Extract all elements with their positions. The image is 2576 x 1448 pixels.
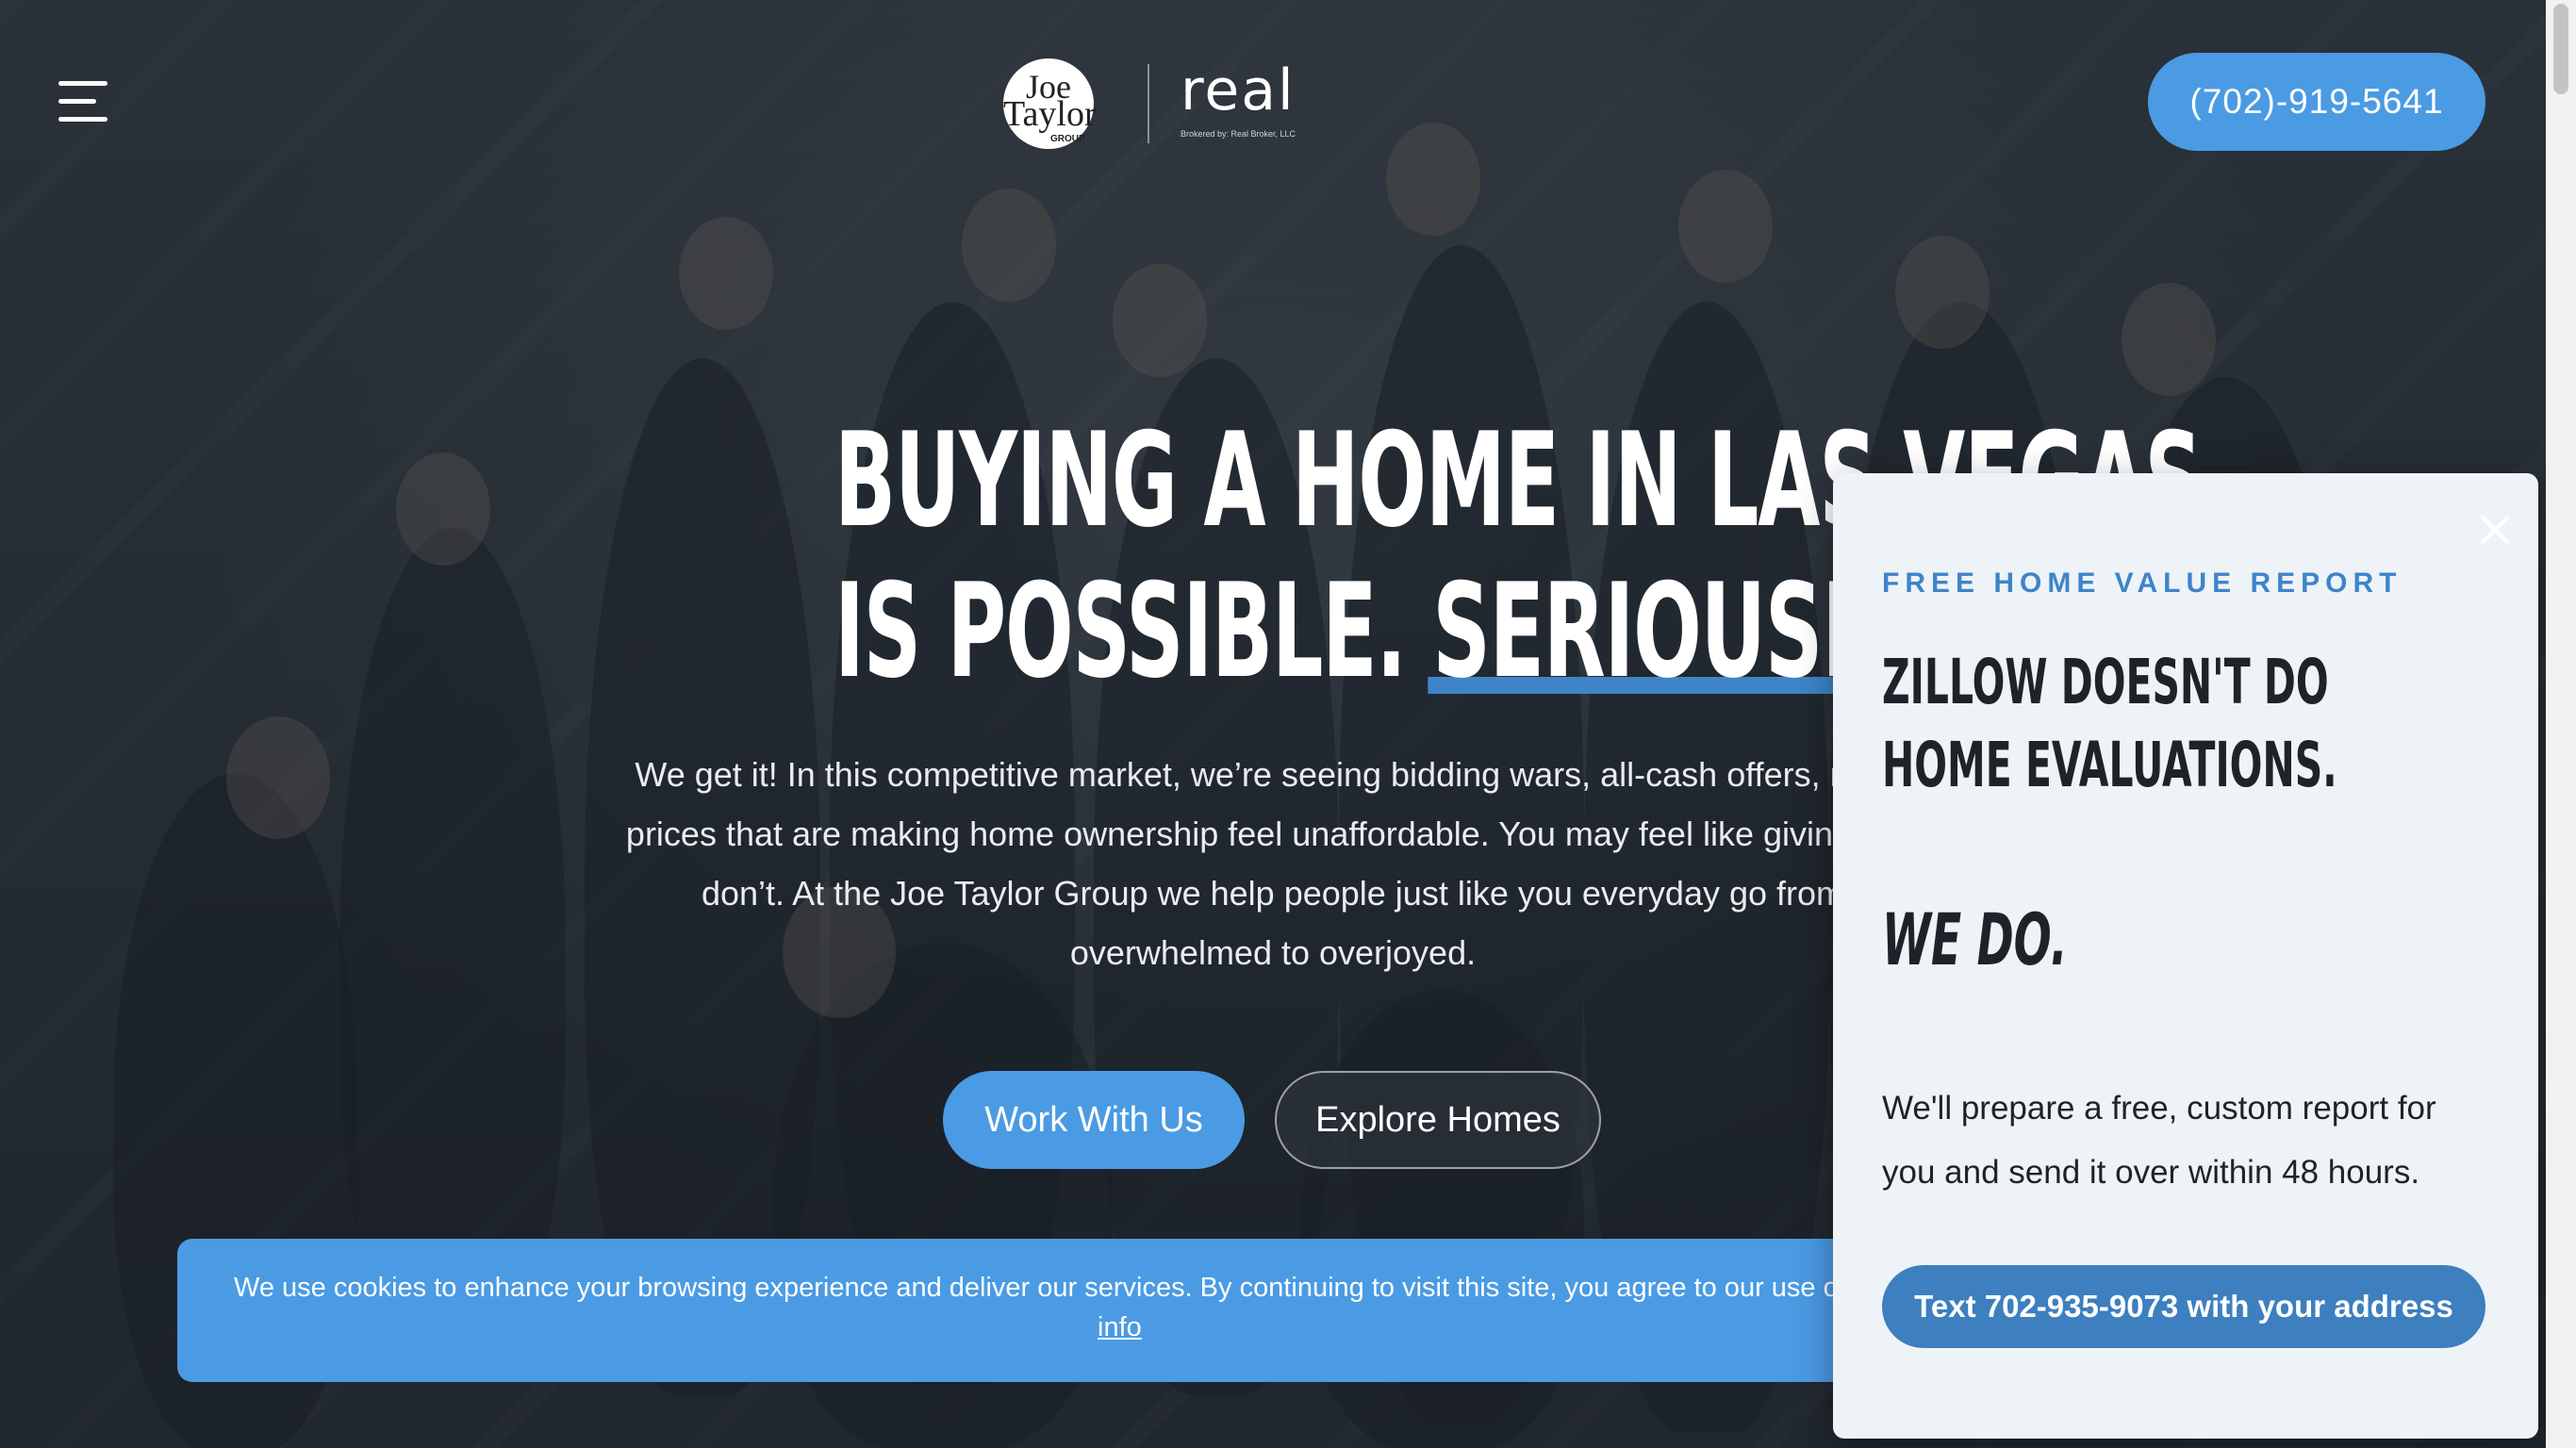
explore-homes-button[interactable]: Explore Homes [1275,1071,1601,1169]
popup-title: ZILLOW DOESN'T DO HOME EVALUATIONS. [1882,641,2408,807]
popup-description: We'll prepare a free, custom report for … [1882,1090,2436,1191]
hero-headline: BUYING A HOME IN LAS VEGAS IS POSSIBLE. … [834,404,2203,707]
home-value-popup: FREE HOME VALUE REPORT ZILLOW DOESN'T DO… [1833,473,2538,1439]
headline-line-2: IS POSSIBLE. SERIOUSLY. [834,555,1947,707]
headline-line-2-start: IS POSSIBLE. [834,555,1433,707]
page-scrollbar[interactable] [2546,0,2576,1448]
logo-line-2: Taylor [1003,94,1097,134]
partner-logo: real [1181,58,1296,123]
site-logo[interactable]: Joe Taylor GROUP real Brokered by: Real … [999,55,1320,153]
close-icon[interactable] [2476,511,2514,549]
cookie-text: We use cookies to enhance your browsing … [234,1273,1955,1303]
text-address-button[interactable]: Text 702-935-9073 with your address [1882,1265,2485,1348]
partner-subtext: Brokered by: Real Broker, LLC [1181,129,1296,139]
cookie-info-link[interactable]: info [1098,1312,1142,1343]
popup-title-line-2: HOME EVALUATIONS. [1882,729,2337,801]
joe-taylor-logo-mark: Joe Taylor GROUP [1003,58,1097,149]
scrollbar-thumb[interactable] [2553,4,2568,94]
phone-button[interactable]: (702)-919-5641 [2148,53,2485,151]
popup-kicker: FREE HOME VALUE REPORT [1882,568,2403,599]
work-with-us-button[interactable]: Work With Us [943,1071,1245,1169]
logo-divider [1148,64,1149,143]
popup-title-line-1: ZILLOW DOESN'T DO [1882,646,2329,718]
popup-emphasis: WE DO. [1882,897,2068,981]
menu-icon[interactable] [58,81,107,123]
hero-section: Joe Taylor GROUP real Brokered by: Real … [0,0,2546,1448]
hero-paragraph: We get it! In this competitive market, w… [625,755,1921,972]
logo-group: GROUP [1050,134,1085,144]
cookie-banner: We use cookies to enhance your browsing … [177,1239,1954,1382]
headline-line-1: BUYING A HOME IN LAS VEGAS [834,404,2203,556]
